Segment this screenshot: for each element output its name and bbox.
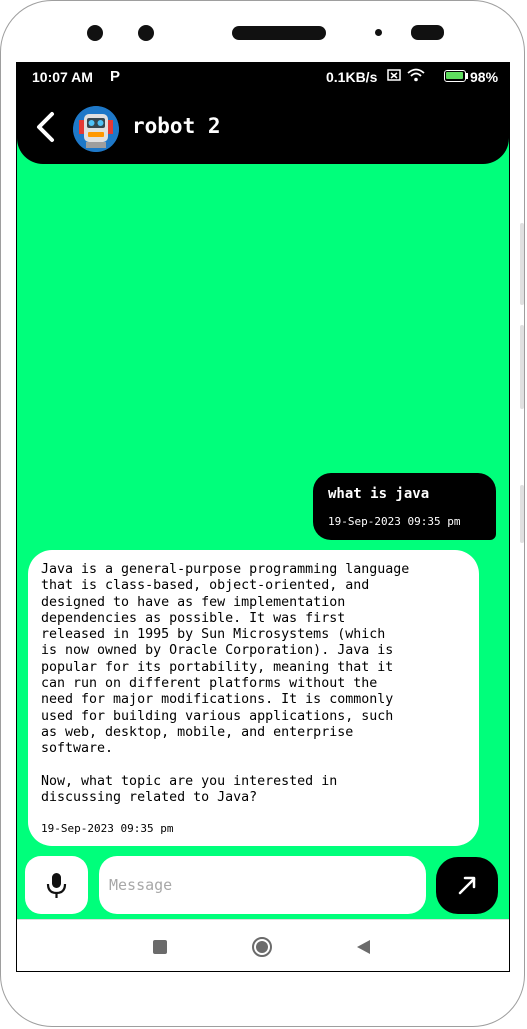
parking-notification-icon: P (110, 68, 121, 85)
battery-tip (466, 73, 468, 79)
volume-down-button[interactable] (520, 325, 524, 409)
sensor-bar (411, 25, 444, 40)
chat-title: robot 2 (132, 114, 221, 138)
front-camera (87, 25, 103, 41)
robot-avatar-icon[interactable] (73, 106, 119, 152)
send-button[interactable] (436, 857, 498, 914)
microphone-icon (46, 873, 67, 898)
power-button[interactable] (520, 485, 524, 543)
light-sensor (375, 29, 382, 36)
status-bar: 10:07 AM P 0.1KB/s 98% (17, 63, 509, 91)
back-arrow-icon[interactable] (34, 109, 58, 145)
wifi-icon (407, 68, 425, 82)
no-sim-icon (387, 69, 401, 81)
battery-fill (446, 72, 463, 79)
app-bar: 10:07 AM P 0.1KB/s 98% robot 2 (17, 63, 509, 164)
back-nav-button[interactable] (355, 939, 371, 955)
net-speed: 0.1KB/s (326, 69, 378, 85)
bot-message-bubble[interactable]: Java is a general-purpose programming la… (28, 550, 479, 846)
user-message-timestamp: 19-Sep-2023 09:35 pm (328, 515, 461, 528)
message-input[interactable] (99, 856, 426, 914)
recents-nav-button[interactable] (153, 940, 167, 954)
send-arrow-icon (458, 876, 476, 895)
signal-wifi-icons (387, 67, 425, 83)
earpiece-speaker (232, 26, 326, 40)
mic-button[interactable] (25, 856, 88, 914)
bot-message-timestamp: 19-Sep-2023 09:35 pm (41, 822, 174, 835)
user-message-bubble[interactable]: what is java 19-Sep-2023 09:35 pm (313, 473, 496, 540)
phone-frame: 10:07 AM P 0.1KB/s 98% robot 2 what is j… (0, 0, 525, 1027)
home-nav-dot (256, 941, 268, 953)
status-time: 10:07 AM (32, 69, 93, 85)
user-message-text: what is java (328, 486, 430, 502)
system-nav-bar (17, 919, 509, 971)
screen: 10:07 AM P 0.1KB/s 98% robot 2 what is j… (16, 62, 510, 972)
bot-message-text: Java is a general-purpose programming la… (41, 562, 410, 806)
battery-icon (444, 70, 466, 82)
volume-up-button[interactable] (520, 223, 524, 305)
battery-percent: 98% (470, 69, 499, 85)
proximity-sensor (138, 25, 154, 41)
